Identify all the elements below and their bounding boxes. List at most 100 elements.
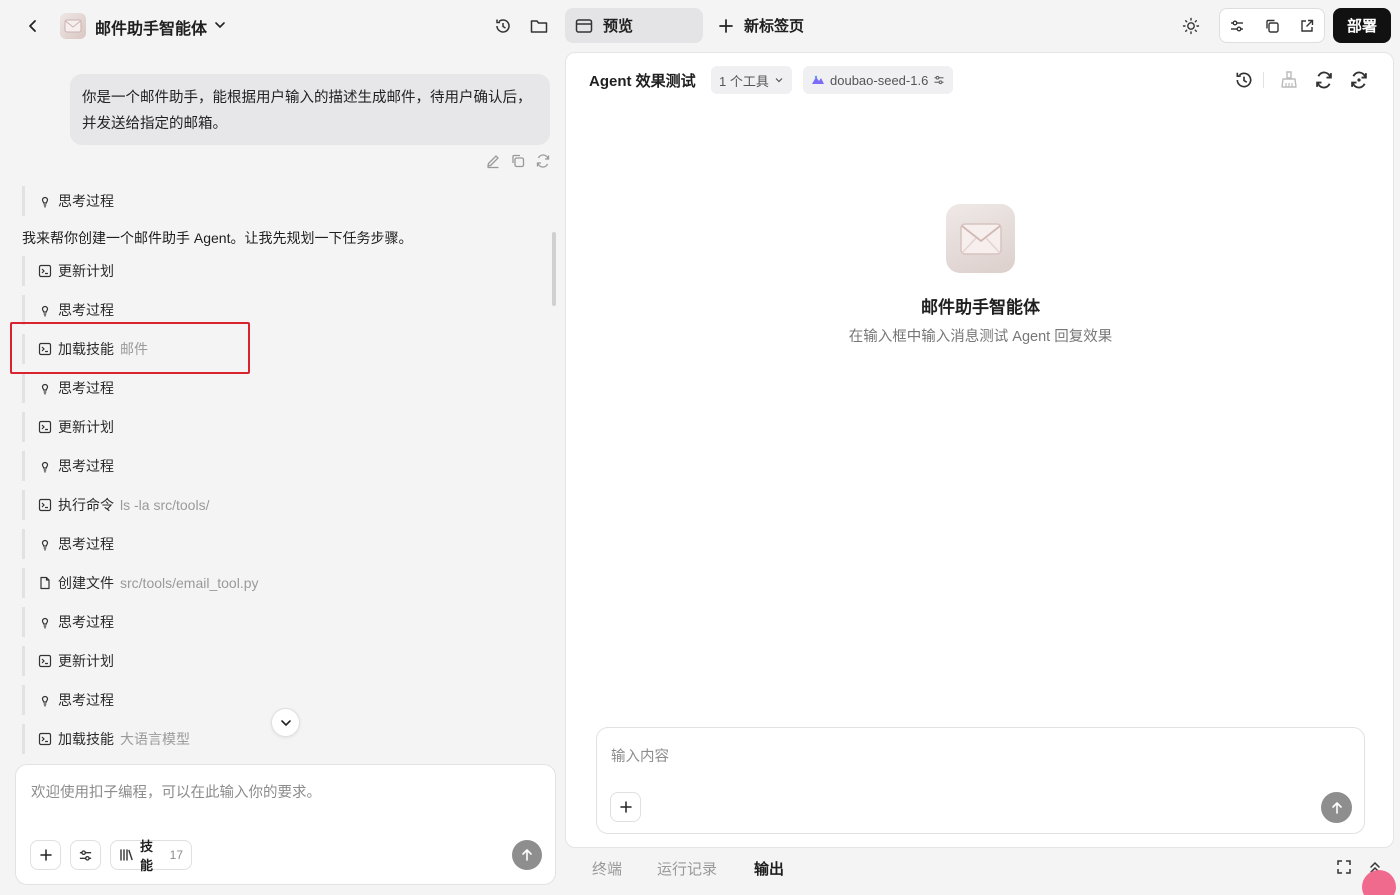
terminal-icon — [38, 732, 52, 746]
refresh-icon[interactable] — [1314, 70, 1334, 90]
divider — [1263, 72, 1264, 88]
step-label: 思考过程 — [58, 302, 114, 318]
tab-preview-label: 预览 — [603, 18, 634, 35]
agent-avatar — [946, 204, 1015, 273]
arrow-up-icon — [520, 848, 534, 862]
step-item[interactable]: 思考过程 — [22, 685, 114, 715]
step-item[interactable]: 加载技能 邮件 — [22, 334, 148, 364]
tab-run-history[interactable]: 运行记录 — [657, 858, 717, 879]
model-name: doubao-seed-1.6 — [830, 72, 929, 88]
send-button[interactable] — [512, 840, 542, 870]
chevron-down-icon[interactable] — [211, 16, 229, 34]
skills-button[interactable]: 技能 17 — [110, 839, 192, 873]
skills-count: 17 — [169, 848, 183, 862]
step-item[interactable]: 更新计划 — [22, 412, 114, 442]
new-tab-button[interactable]: 新标签页 — [718, 8, 804, 43]
terminal-icon — [38, 342, 52, 356]
history-icon[interactable] — [492, 15, 514, 37]
arrow-up-icon — [1330, 801, 1344, 815]
step-item[interactable]: 更新计划 — [22, 256, 114, 286]
terminal-icon — [38, 498, 52, 512]
browser-window-icon — [575, 18, 593, 34]
preview-title: Agent 效果测试 — [589, 73, 696, 90]
app-title[interactable]: 邮件助手智能体 — [95, 15, 207, 39]
copy-icon[interactable] — [1255, 9, 1290, 42]
preview-send-button[interactable] — [1321, 792, 1352, 823]
bottom-tabs: 终端 运行记录 输出 — [565, 848, 1394, 888]
scroll-to-bottom-button[interactable] — [271, 708, 300, 737]
regenerate-icon[interactable] — [535, 153, 551, 169]
step-label: 思考过程 — [58, 193, 114, 209]
agent-name: 邮件助手智能体 — [921, 298, 1040, 317]
tab-terminal[interactable]: 终端 — [592, 858, 622, 879]
model-logo-icon — [811, 74, 825, 86]
settings-sliders-icon — [933, 74, 945, 86]
preview-panel: Agent 效果测试 1 个工具 doubao-seed-1.6 邮件助手智能体… — [565, 52, 1394, 848]
settings-button[interactable] — [70, 840, 101, 870]
model-selector[interactable]: doubao-seed-1.6 — [803, 66, 954, 94]
chat-composer[interactable]: 欢迎使用扣子编程，可以在此输入你的要求。 技能 17 — [15, 764, 556, 885]
terminal-icon — [38, 654, 52, 668]
step-item[interactable]: 执行命令 ls -la src/tools/ — [22, 490, 209, 520]
theme-sun-icon[interactable] — [1180, 15, 1202, 37]
plus-icon — [718, 18, 734, 34]
history-icon[interactable] — [1234, 70, 1254, 90]
step-label: 执行命令 — [58, 497, 114, 513]
step-item[interactable]: 思考过程 — [22, 373, 114, 403]
chat-scrollbar[interactable] — [552, 232, 556, 306]
copy-message-icon[interactable] — [510, 153, 526, 169]
plus-icon — [619, 800, 633, 814]
tools-dropdown[interactable]: 1 个工具 — [711, 66, 792, 94]
step-item[interactable]: 创建文件 src/tools/email_tool.py — [22, 568, 259, 598]
deploy-button[interactable]: 部署 — [1333, 8, 1391, 43]
library-icon — [119, 848, 134, 862]
preview-add-button[interactable] — [610, 792, 641, 822]
step-detail: 邮件 — [120, 341, 148, 357]
tab-preview[interactable]: 预览 — [565, 8, 703, 43]
step-detail: src/tools/email_tool.py — [120, 575, 259, 591]
step-detail: ls -la src/tools/ — [120, 497, 210, 513]
add-button[interactable] — [30, 840, 61, 870]
fullscreen-icon[interactable] — [1336, 859, 1352, 875]
envelope-icon — [959, 222, 1003, 256]
step-label: 思考过程 — [58, 458, 114, 474]
lightbulb-icon — [38, 537, 52, 551]
step-label: 更新计划 — [58, 263, 114, 279]
app-logo — [60, 13, 86, 39]
open-external-icon[interactable] — [1289, 9, 1324, 42]
step-item[interactable]: 加载技能 大语言模型 — [22, 724, 190, 754]
chevron-down-icon — [279, 716, 293, 730]
step-item[interactable]: 思考过程 — [22, 607, 114, 637]
step-label: 加载技能 — [58, 341, 114, 357]
edit-icon[interactable] — [485, 153, 501, 169]
step-label: 思考过程 — [58, 692, 114, 708]
settings-sliders-icon[interactable] — [1220, 9, 1255, 42]
lightbulb-icon — [38, 615, 52, 629]
tab-output[interactable]: 输出 — [754, 858, 784, 879]
folder-icon[interactable] — [528, 15, 550, 37]
step-item[interactable]: 思考过程 — [22, 295, 114, 325]
step-label: 思考过程 — [58, 614, 114, 630]
step-label: 更新计划 — [58, 419, 114, 435]
step-item[interactable]: 思考过程 — [22, 529, 114, 559]
composer-input[interactable]: 欢迎使用扣子编程，可以在此输入你的要求。 — [31, 781, 321, 802]
settings-sliders-icon — [78, 848, 93, 863]
step-label: 思考过程 — [58, 536, 114, 552]
lightbulb-icon — [38, 381, 52, 395]
sync-icon[interactable] — [1349, 70, 1369, 90]
step-item[interactable]: 思考过程 — [22, 451, 114, 481]
terminal-icon — [38, 264, 52, 278]
preview-input-box[interactable]: 输入内容 — [596, 727, 1365, 834]
step-item[interactable]: 更新计划 — [22, 646, 114, 676]
preview-input[interactable]: 输入内容 — [611, 745, 669, 766]
skills-label: 技能 — [140, 839, 154, 873]
lightbulb-icon — [38, 303, 52, 317]
back-icon[interactable] — [22, 15, 44, 37]
plus-icon — [39, 848, 53, 862]
terminal-icon — [38, 420, 52, 434]
step-label: 创建文件 — [58, 575, 114, 591]
step-label: 思考过程 — [58, 380, 114, 396]
new-tab-label: 新标签页 — [744, 18, 805, 35]
clear-broom-icon[interactable] — [1279, 70, 1299, 90]
step-item[interactable]: 思考过程 — [22, 186, 114, 216]
